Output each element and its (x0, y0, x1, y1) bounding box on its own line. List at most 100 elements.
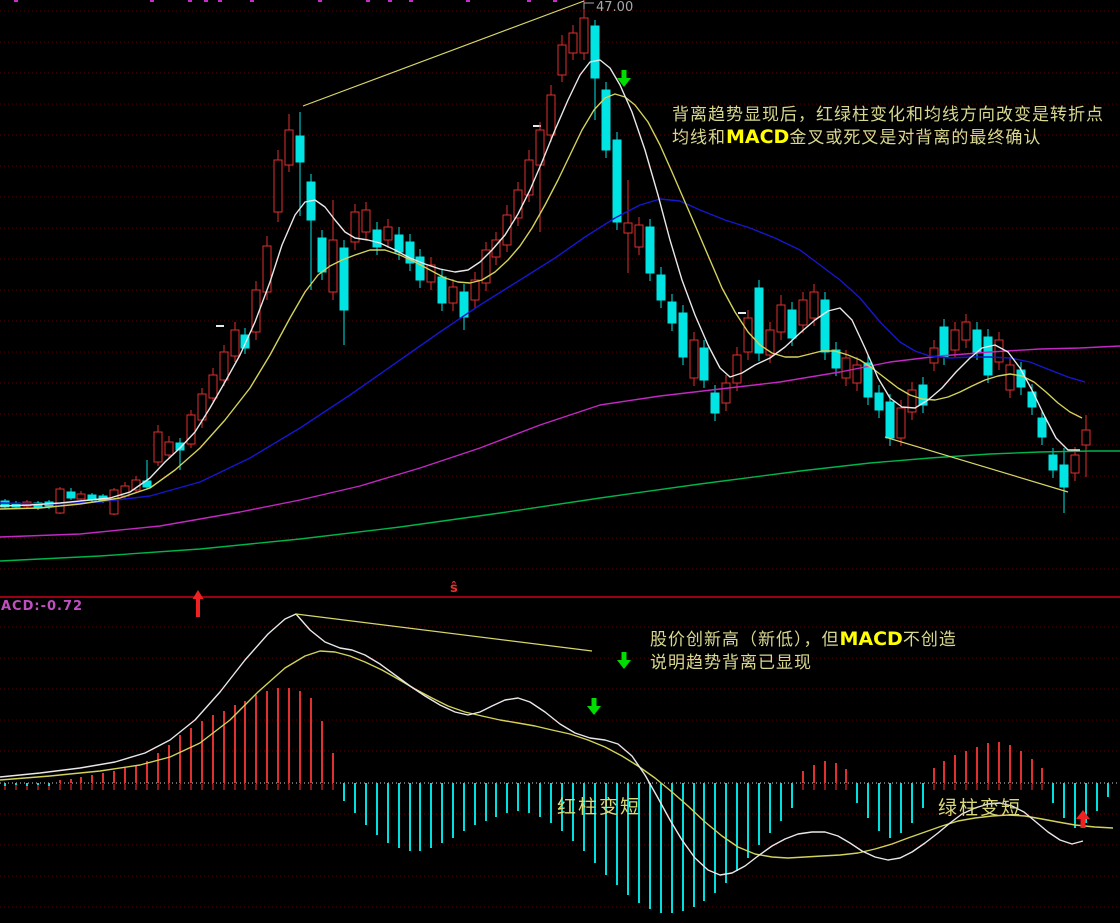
candle-body (777, 305, 785, 332)
candle-body (842, 358, 850, 378)
candle-body (1049, 455, 1057, 470)
candle-body (154, 432, 162, 462)
candle-body (56, 489, 64, 513)
candle-body (449, 287, 457, 303)
top-annotation-line2-pre: 均线和 (672, 128, 726, 148)
top-scale-tick (388, 0, 392, 2)
candle-body (821, 300, 829, 352)
top-scale-tick (204, 0, 208, 2)
candle-body (263, 246, 271, 292)
candle-body (799, 300, 807, 325)
candle-body (657, 275, 665, 300)
top-scale-tick (466, 0, 470, 2)
top-scale-tick (553, 0, 557, 2)
top-scale-tick (318, 0, 322, 2)
candle-body (788, 310, 796, 338)
green-down-arrow (587, 698, 601, 715)
macd-annotation-line1-post: 不创造 (903, 630, 957, 650)
top-scale-tick (366, 0, 370, 2)
macd-annotation-line1-pre: 股价创新高（新低），但 (650, 630, 840, 650)
candle-body (1060, 465, 1068, 487)
ex-rights-marker: ŝ (450, 581, 458, 596)
candle-body (67, 492, 75, 498)
candle-body (110, 490, 118, 514)
candle-body (962, 322, 970, 340)
candle-body (613, 140, 621, 222)
top-annotation-line1: 背离趋势显现后，红绿柱变化和均线方向改变是转折点 (672, 104, 1104, 126)
candle-body (296, 136, 304, 162)
top-scale-tick (218, 0, 222, 2)
red-bars-shrinking-label: 红柱变短 (557, 792, 641, 819)
candle-body (384, 227, 392, 240)
macd-value-label: ACD:-0.72 (1, 599, 83, 614)
candle-body (886, 402, 894, 438)
candle-body (438, 277, 446, 303)
candle-body (646, 227, 654, 273)
candle-body (525, 160, 533, 195)
peak-price-pointer (584, 3, 594, 9)
top-annotation-line1-text: 背离趋势显现后，红绿柱变化和均线方向改变是转折点 (672, 105, 1104, 125)
top-annotation: 背离趋势显现后，红绿柱变化和均线方向改变是转折点 均线和MACD金叉或死叉是对背… (672, 104, 1104, 149)
candle-body (503, 215, 511, 245)
candle-body (209, 375, 217, 398)
candle-body (984, 337, 992, 375)
green-bars-shrinking-label: 绿柱变短 (938, 793, 1022, 820)
candle-body (285, 130, 293, 165)
candle-body (1071, 455, 1079, 473)
candle-body (668, 302, 676, 323)
candle-body (165, 442, 173, 455)
top-scale-tick (150, 0, 154, 2)
top-scale-tick (527, 0, 531, 2)
green-down-arrow (617, 652, 631, 669)
candle-body (940, 327, 948, 357)
macd-annotation-line2: 说明趋势背离已显现 (650, 652, 957, 675)
candle-body (1082, 430, 1090, 445)
candle-body (973, 330, 981, 352)
candle-body (733, 355, 741, 383)
macd-annotation-line1: 股价创新高（新低），但MACD不创造 (650, 628, 957, 652)
candle-body (1006, 365, 1014, 390)
ma-longest-green (0, 451, 1120, 561)
top-scale-tick (409, 0, 413, 2)
candle-body (318, 238, 326, 272)
candle-body (875, 393, 883, 410)
candle-body (395, 235, 403, 252)
candle-body (635, 225, 643, 247)
peak-price-label: 47.00 (596, 0, 633, 15)
price-trendline (303, 1, 584, 106)
candle-body (908, 390, 916, 412)
macd-trendline (296, 614, 592, 651)
macd-annotation-line2-text: 说明趋势背离已显现 (650, 653, 812, 673)
candle-body (77, 494, 85, 499)
top-annotation-line2: 均线和MACD金叉或死叉是对背离的最终确认 (672, 126, 1104, 149)
candle-body (864, 363, 872, 397)
candle-body (274, 160, 282, 212)
top-scale-tick (250, 0, 254, 2)
chart-stage: 47.00 背离趋势显现后，红绿柱变化和均线方向改变是转折点 均线和MACD金叉… (0, 0, 1120, 923)
candle-body (690, 340, 698, 378)
candle-body (231, 330, 239, 356)
candle-body (722, 383, 730, 403)
top-scale-tick (14, 0, 18, 2)
candle-body (220, 352, 228, 380)
candle-body (373, 230, 381, 247)
candle-body (679, 313, 687, 357)
candle-body (547, 95, 555, 135)
macd-annotation-macd-highlight: MACD (840, 628, 903, 650)
candle-body (340, 248, 348, 310)
candle-body (580, 18, 588, 53)
candle-body (897, 408, 905, 438)
candle-body (558, 45, 566, 75)
candle-body (951, 330, 959, 350)
candle-body (700, 348, 708, 380)
candle-body (711, 393, 719, 413)
top-annotation-line2-post: 金叉或死叉是对背离的最终确认 (789, 128, 1041, 148)
candle-body (362, 210, 370, 232)
candle-body (1038, 418, 1046, 437)
top-annotation-macd-highlight: MACD (726, 126, 789, 148)
candle-body (624, 223, 632, 233)
macd-annotation: 股价创新高（新低），但MACD不创造 说明趋势背离已显现 (650, 628, 957, 675)
candle-body (569, 33, 577, 53)
candle-body (810, 292, 818, 318)
candle-body (1017, 370, 1025, 387)
